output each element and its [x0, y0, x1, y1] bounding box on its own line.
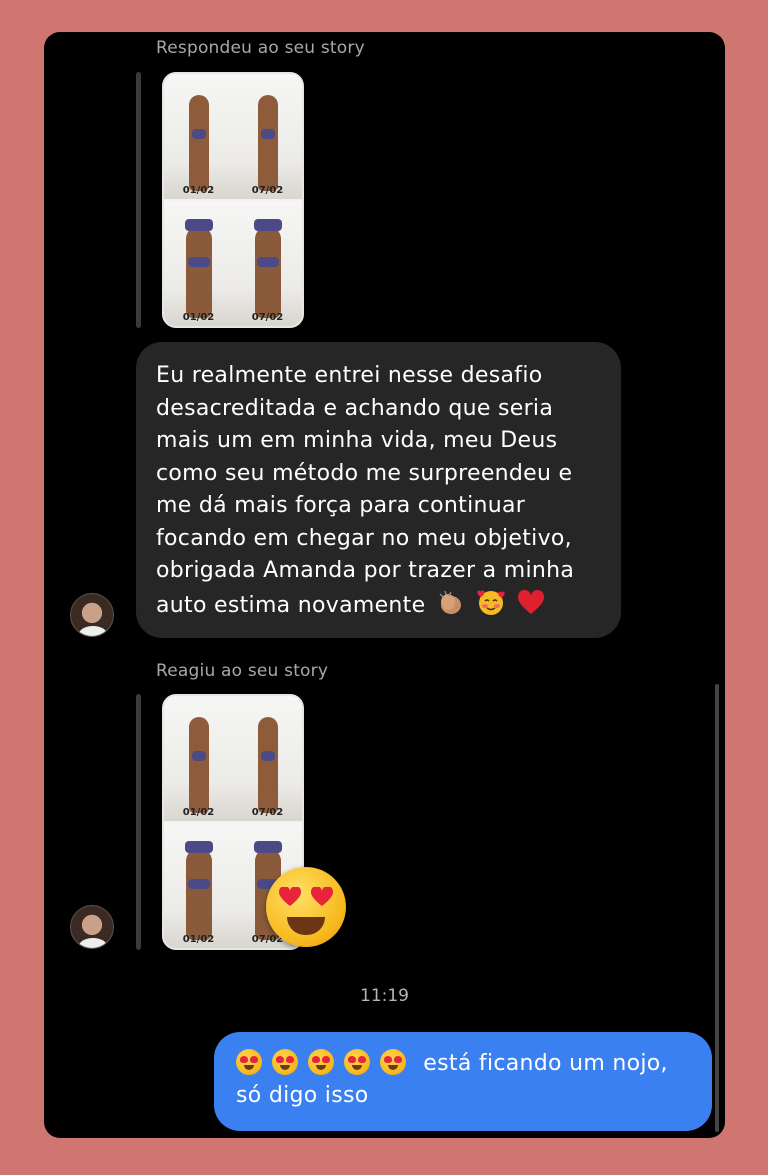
message-line: obrigada Amanda por trazer a minha	[156, 558, 575, 583]
message-line: como seu método me surpreendeu e	[156, 460, 573, 486]
sender-avatar[interactable]	[70, 593, 114, 637]
message-line: auto estima novamente	[156, 592, 426, 618]
photo-date: 01/02	[182, 312, 215, 323]
incoming-message-bubble[interactable]: Eu realmente entrei nesse desafio desacr…	[136, 342, 621, 638]
message-line: Eu realmente entrei nesse desafio	[156, 363, 543, 388]
story-reaction-label: Reagiu ao seu story	[156, 661, 329, 681]
reply-indicator-bar	[136, 72, 141, 328]
story-photo-side-after: 07/02	[233, 696, 302, 821]
story-photo-front-before: 01/02	[164, 823, 233, 948]
story-photo-side-before: 01/02	[164, 696, 233, 821]
photo-date: 01/02	[182, 934, 215, 945]
reply-indicator-bar	[136, 694, 141, 950]
message-line-last: auto estima novamente	[156, 588, 601, 627]
heart-eyes-reaction-icon	[266, 867, 346, 947]
scrollbar[interactable]	[715, 684, 719, 1132]
message-line: mais um em minha vida, meu Deus	[156, 428, 558, 453]
photo-date: 01/02	[182, 185, 215, 196]
story-photo-side-after: 07/02	[233, 74, 302, 199]
message-timestamp: 11:19	[360, 986, 409, 1006]
outgoing-text: só digo isso	[236, 1083, 369, 1108]
story-photo-side-before: 01/02	[164, 74, 233, 199]
story-photo-front-before: 01/02	[164, 201, 233, 326]
heart-eyes-icon	[236, 1049, 262, 1075]
red-heart-icon	[517, 589, 545, 627]
message-line: focando em chegar no meu objetivo,	[156, 525, 572, 551]
chat-screen: Respondeu ao seu story 01/02 07/02 01/02…	[44, 32, 725, 1138]
smiling-face-with-hearts-icon	[476, 588, 506, 627]
outgoing-message-bubble[interactable]: está ficando um nojo, só digo isso	[214, 1032, 712, 1131]
outgoing-line-1: está ficando um nojo,	[236, 1048, 712, 1080]
outgoing-text: está ficando um nojo,	[423, 1051, 668, 1076]
heart-eyes-icon	[308, 1049, 334, 1075]
photo-date: 01/02	[182, 807, 215, 818]
message-line: desacreditada e achando que seria	[156, 395, 554, 421]
heart-eyes-icon	[380, 1049, 406, 1075]
clapping-hands-icon	[437, 590, 465, 627]
story-thumbnail[interactable]: 01/02 07/02 01/02 07/02	[162, 72, 304, 328]
photo-date: 07/02	[251, 185, 284, 196]
photo-date: 07/02	[251, 312, 284, 323]
message-line: me dá mais força para continuar	[156, 493, 526, 518]
heart-eyes-icon	[344, 1049, 370, 1075]
heart-eyes-icon	[272, 1049, 298, 1075]
sender-avatar[interactable]	[70, 905, 114, 949]
photo-date: 07/02	[251, 807, 284, 818]
story-photo-front-after: 07/02	[233, 201, 302, 326]
story-reply-label: Respondeu ao seu story	[156, 38, 365, 58]
